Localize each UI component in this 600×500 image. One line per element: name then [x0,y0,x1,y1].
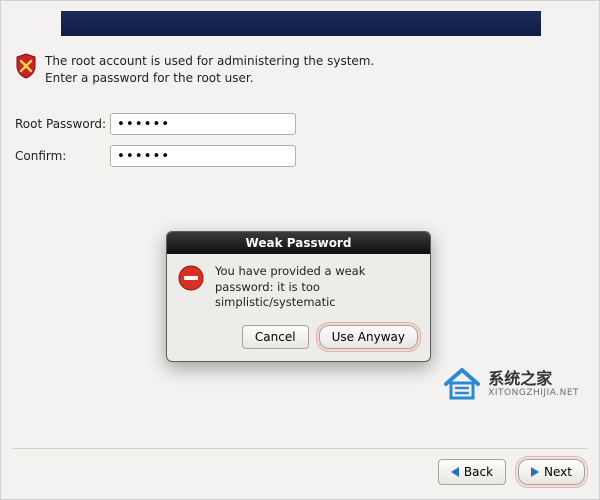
root-password-input[interactable] [110,113,296,135]
dialog-message: You have provided a weak password: it is… [215,264,418,311]
root-password-form: Root Password: Confirm: [15,113,296,177]
cancel-button[interactable]: Cancel [242,325,309,349]
confirm-password-input[interactable] [110,145,296,167]
intro-text: The root account is used for administeri… [45,53,385,87]
watermark-subtitle: XITONGZHIJIA.NET [488,389,579,398]
watermark: 系统之家 XITONGZHIJIA.NET [442,366,579,402]
intro-row: The root account is used for administeri… [15,53,385,87]
arrow-left-icon [451,467,459,477]
error-icon [177,264,205,292]
next-button-label: Next [544,465,572,479]
header-banner [61,11,541,36]
footer-divider [13,448,587,449]
root-password-label: Root Password: [15,117,110,131]
arrow-right-icon [531,467,539,477]
back-button[interactable]: Back [438,459,506,485]
weak-password-dialog: Weak Password You have provided a weak p… [166,231,431,362]
use-anyway-button[interactable]: Use Anyway [319,325,418,349]
dialog-title: Weak Password [167,232,430,254]
next-button[interactable]: Next [518,459,585,485]
house-icon [442,366,482,402]
watermark-title: 系统之家 [488,371,579,387]
shield-icon [15,53,37,79]
back-button-label: Back [464,465,493,479]
confirm-password-label: Confirm: [15,149,110,163]
wizard-nav: Back Next [438,459,585,485]
